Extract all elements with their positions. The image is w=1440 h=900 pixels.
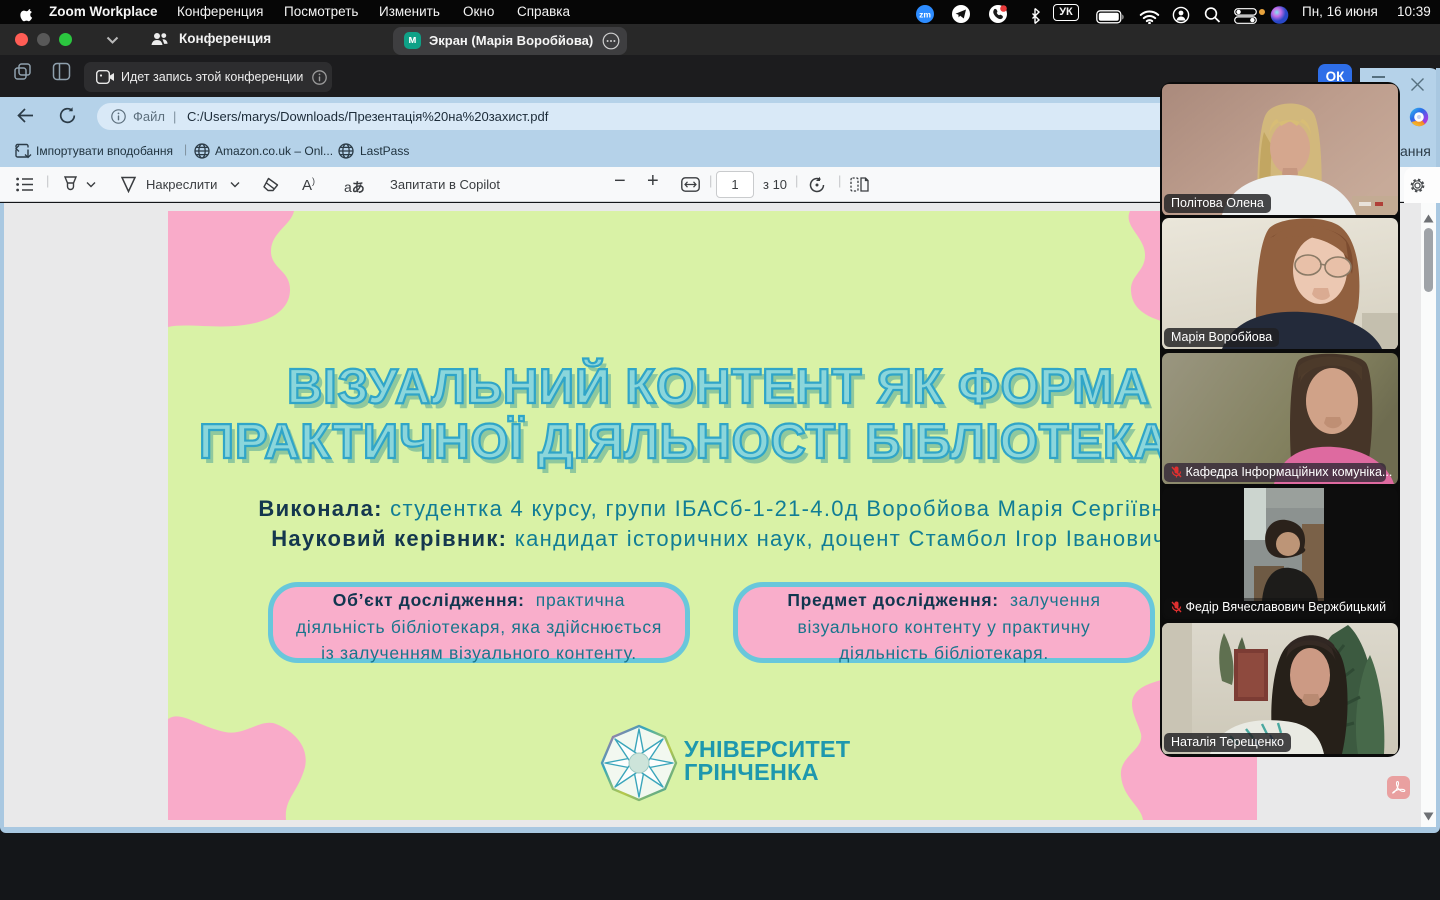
svg-text:zm: zm — [919, 10, 931, 20]
